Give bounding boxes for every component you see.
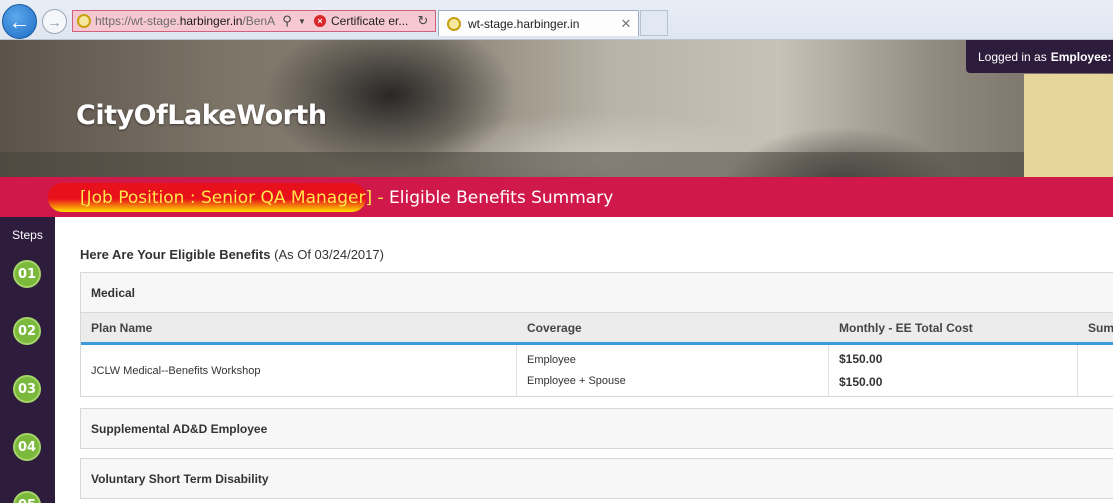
tab-favicon-icon [447, 16, 461, 31]
forward-button[interactable]: → [42, 9, 67, 34]
dropdown-arrow-icon[interactable]: ▼ [296, 17, 308, 26]
back-button[interactable]: ← [2, 4, 37, 39]
site-favicon-icon [77, 14, 91, 28]
short-term-disability-title[interactable]: Voluntary Short Term Disability [81, 459, 1113, 498]
coverage-employee: Employee [527, 354, 576, 366]
certificate-error-text[interactable]: Certificate er... [331, 14, 416, 28]
table-row: JCLW Medical--Benefits Workshop Employee… [81, 345, 1113, 396]
site-header: CityOfLakeWorth Logged in as Employee: T [0, 40, 1113, 177]
page-title: [Job Position : Senior QA Manager] - Eli… [80, 188, 613, 208]
main-content: Here Are Your Eligible Benefits (As Of 0… [55, 217, 1113, 503]
back-arrow-icon: ← [8, 8, 31, 34]
step-02[interactable]: 02 [13, 317, 41, 345]
login-prefix: Logged in as [978, 49, 1047, 64]
company-name: CityOfLakeWorth [76, 100, 327, 131]
close-tab-icon[interactable]: ✕ [618, 16, 634, 32]
cost-employee: $150.00 [839, 352, 883, 366]
header-band [0, 152, 1113, 177]
medical-panel: Medical Plan Name Coverage Monthly - EE … [80, 272, 1113, 397]
step-03[interactable]: 03 [13, 375, 41, 403]
short-term-disability-panel: Voluntary Short Term Disability [80, 458, 1113, 499]
medical-table-header: Plan Name Coverage Monthly - EE Total Co… [81, 312, 1113, 345]
coverage-employee-spouse: Employee + Spouse [527, 375, 626, 387]
summary-cell [1078, 345, 1113, 396]
medical-panel-title[interactable]: Medical [81, 273, 1113, 312]
login-status: Logged in as Employee: T [966, 40, 1113, 73]
col-plan-name: Plan Name [91, 320, 153, 335]
page-title-bar: [Job Position : Senior QA Manager] - Eli… [0, 177, 1113, 217]
step-01[interactable]: 01 [13, 260, 41, 288]
steps-label: Steps [12, 228, 43, 242]
supplemental-add-panel: Supplemental AD&D Employee [80, 408, 1113, 449]
col-monthly-cost: Monthly - EE Total Cost [839, 320, 973, 335]
col-coverage: Coverage [527, 320, 582, 335]
refresh-icon[interactable]: ↻ [416, 13, 430, 29]
browser-chrome: ← → https://wt-stage.harbinger.in/BenA ⚲… [0, 0, 1113, 40]
as-of-date: (As Of 03/24/2017) [274, 247, 384, 262]
supplemental-add-title[interactable]: Supplemental AD&D Employee [81, 409, 1113, 448]
header-yellow-panel [1024, 74, 1113, 177]
plan-name-cell: JCLW Medical--Benefits Workshop [81, 345, 517, 396]
new-tab-button[interactable] [640, 10, 668, 36]
cost-employee-spouse: $150.00 [839, 375, 883, 389]
login-role: Employee: [1050, 49, 1112, 64]
job-position: [Job Position : Senior QA Manager] [80, 188, 373, 208]
forward-arrow-icon: → [47, 13, 62, 30]
col-summary: Sum [1088, 320, 1113, 335]
address-bar[interactable]: https://wt-stage.harbinger.in/BenA ⚲ ▼ ×… [72, 10, 436, 32]
url-text[interactable]: https://wt-stage.harbinger.in/BenA [95, 14, 278, 28]
steps-sidebar: Steps 01 02 03 04 05 [0, 217, 55, 503]
benefits-heading: Here Are Your Eligible Benefits (As Of 0… [80, 247, 384, 262]
title-separator: - [372, 188, 390, 208]
certificate-error-icon[interactable]: × [314, 15, 326, 27]
browser-tab-active[interactable]: wt-stage.harbinger.in ✕ [438, 10, 639, 36]
page-title-text: Eligible Benefits Summary [389, 188, 614, 208]
cost-cell: $150.00 $150.00 [829, 345, 1078, 396]
search-icon[interactable]: ⚲ [278, 13, 296, 29]
tab-title: wt-stage.harbinger.in [468, 16, 580, 31]
step-05[interactable]: 05 [13, 491, 41, 503]
step-04[interactable]: 04 [13, 433, 41, 461]
coverage-cell: Employee Employee + Spouse [517, 345, 829, 396]
